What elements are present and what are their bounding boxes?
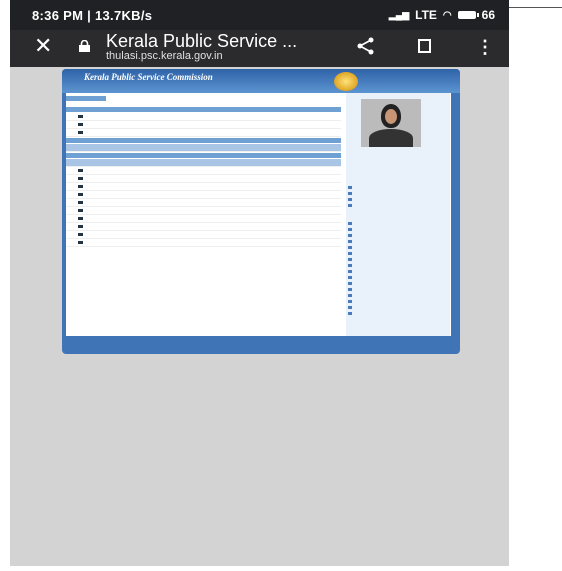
share-icon[interactable] [356, 37, 376, 55]
phone-screen: 8:36 PM | 13.7KB/s ▂▄▆ LTE ◠ 66 ✕ Kerala… [10, 0, 509, 566]
battery-level: 66 [481, 8, 495, 22]
status-time-speed: 8:36 PM | 13.7KB/s [32, 8, 153, 23]
section-bar [66, 96, 106, 101]
sidebar [346, 93, 450, 336]
list-item[interactable] [66, 167, 341, 175]
close-icon[interactable]: ✕ [34, 35, 52, 57]
list-item[interactable] [66, 207, 341, 215]
top-rule [509, 7, 562, 8]
list-item[interactable] [66, 159, 341, 167]
list-item[interactable] [66, 113, 341, 121]
list-item[interactable] [66, 121, 341, 129]
network-type: LTE [415, 8, 437, 22]
list-item[interactable] [66, 223, 341, 231]
list-item[interactable] [66, 175, 341, 183]
site-footer [62, 339, 460, 354]
signal-icon: ▂▄▆ [388, 9, 410, 20]
list-item[interactable] [66, 129, 341, 137]
browser-toolbar: ✕ Kerala Public Service ... thulasi.psc.… [10, 30, 509, 67]
status-icons: ▂▄▆ LTE ◠ 66 [389, 8, 495, 22]
profile-content [66, 95, 341, 247]
list-item[interactable] [66, 183, 341, 191]
wifi-icon: ◠ [442, 9, 452, 21]
bookmark-icon[interactable] [418, 39, 431, 53]
list-item[interactable] [66, 144, 341, 152]
lock-icon [79, 40, 90, 52]
sidebar-item[interactable] [348, 203, 354, 209]
battery-icon [457, 11, 479, 19]
list-item[interactable] [66, 215, 341, 223]
webpage-screenshot: Kerala Public Service Commission [62, 69, 460, 354]
list-item[interactable] [66, 239, 341, 247]
url-text[interactable]: thulasi.psc.kerala.gov.in [106, 50, 223, 62]
sidebar-links [348, 185, 354, 209]
list-item[interactable] [66, 191, 341, 199]
section-bar [66, 153, 341, 158]
site-main [66, 93, 451, 336]
sidebar-item[interactable] [348, 311, 354, 317]
list-item[interactable] [66, 231, 341, 239]
status-bar: 8:36 PM | 13.7KB/s ▂▄▆ LTE ◠ 66 [10, 0, 509, 30]
sidebar-links [348, 221, 354, 317]
page-title[interactable]: Kerala Public Service ... [106, 31, 297, 52]
section-bar [66, 138, 341, 143]
profile-photo [361, 99, 421, 147]
emblem-logo [334, 72, 358, 91]
placeholder-line [66, 102, 341, 106]
site-title: Kerala Public Service Commission [84, 72, 213, 82]
section-bar [66, 107, 341, 112]
more-vert-icon[interactable]: ⋮ [476, 38, 494, 56]
site-header: Kerala Public Service Commission [62, 69, 460, 93]
list-item[interactable] [66, 199, 341, 207]
